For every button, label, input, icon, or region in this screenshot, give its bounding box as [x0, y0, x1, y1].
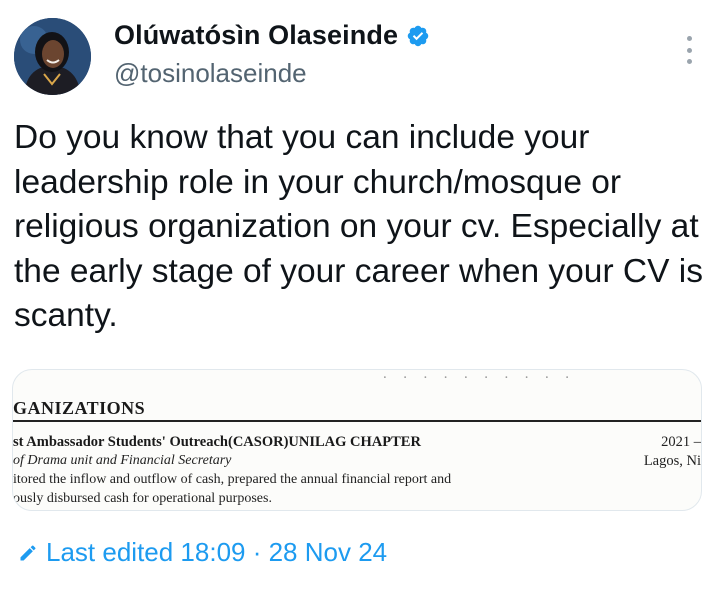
cv-excerpt-image: . . . . . . . . . . GANIZATIONS st Ambas…: [13, 370, 701, 510]
faint-text-fragment: . . . . . . . . . .: [383, 369, 572, 382]
last-edited-label[interactable]: Last edited 18:09 · 28 Nov 24: [46, 537, 387, 568]
cv-location: Lagos, Ni: [643, 453, 701, 469]
more-dot: [686, 36, 692, 41]
cv-description-line: itored the inflow and outflow of cash, p…: [13, 472, 452, 487]
last-edited-link[interactable]: Last edited 18:09 · 28 Nov 24: [18, 537, 387, 568]
more-dot: [686, 59, 692, 64]
author-display-name[interactable]: Olúwatósìn Olaseinde: [114, 20, 398, 51]
author-handle[interactable]: @tosinolaseinde: [114, 58, 307, 89]
tweet-text: Do you know that you can include your le…: [14, 119, 713, 334]
verified-badge-icon[interactable]: [406, 24, 430, 48]
cv-date: 2021 –: [661, 434, 701, 450]
avatar[interactable]: [14, 18, 91, 95]
media-attachment[interactable]: . . . . . . . . . . GANIZATIONS st Ambas…: [12, 369, 702, 511]
cv-organization: st Ambassador Students' Outreach(CASOR)U…: [13, 434, 421, 450]
more-dot: [686, 47, 692, 53]
cv-description-line: ously disbursed cash for operational pur…: [13, 491, 272, 506]
cv-role: of Drama unit and Financial Secretary: [13, 453, 232, 468]
cv-section-heading: GANIZATIONS: [13, 398, 146, 418]
section-divider: [13, 420, 701, 422]
more-options-icon[interactable]: [684, 36, 694, 64]
edit-pencil-icon: [20, 544, 36, 560]
avatar-image: [14, 18, 91, 95]
author-name-row[interactable]: Olúwatósìn Olaseinde: [114, 20, 430, 51]
